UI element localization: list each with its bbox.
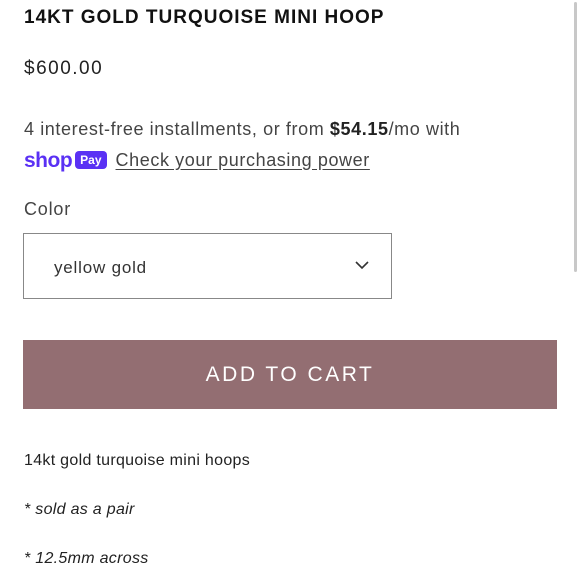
installments-prefix: 4 interest-free installments, or from: [24, 119, 330, 139]
product-price: $600.00: [24, 58, 104, 79]
color-select[interactable]: yellow gold: [23, 233, 392, 299]
add-to-cart-button[interactable]: ADD TO CART: [23, 340, 557, 409]
description-line: * 12.5mm across: [24, 550, 149, 567]
shop-pay-badge: Pay: [75, 151, 107, 169]
shop-pay-row: shop Pay Check your purchasing power: [24, 147, 370, 173]
chevron-down-icon: [355, 261, 369, 270]
description-line: * sold as a pair: [24, 501, 135, 518]
scrollbar[interactable]: [574, 2, 577, 272]
color-label: Color: [24, 199, 72, 219]
product-title: 14KT GOLD TURQUOISE MINI HOOP: [24, 7, 385, 28]
installments-text: 4 interest-free installments, or from $5…: [24, 119, 460, 140]
color-select-value: yellow gold: [54, 258, 147, 277]
shop-pay-logo: shop: [24, 148, 73, 172]
description-line: 14kt gold turquoise mini hoops: [24, 452, 251, 469]
installments-suffix: /mo with: [388, 119, 461, 139]
check-purchasing-power-link[interactable]: Check your purchasing power: [116, 150, 370, 171]
product-page: 14KT GOLD TURQUOISE MINI HOOP $600.00 4 …: [0, 0, 580, 580]
installment-amount: $54.15: [329, 119, 389, 139]
